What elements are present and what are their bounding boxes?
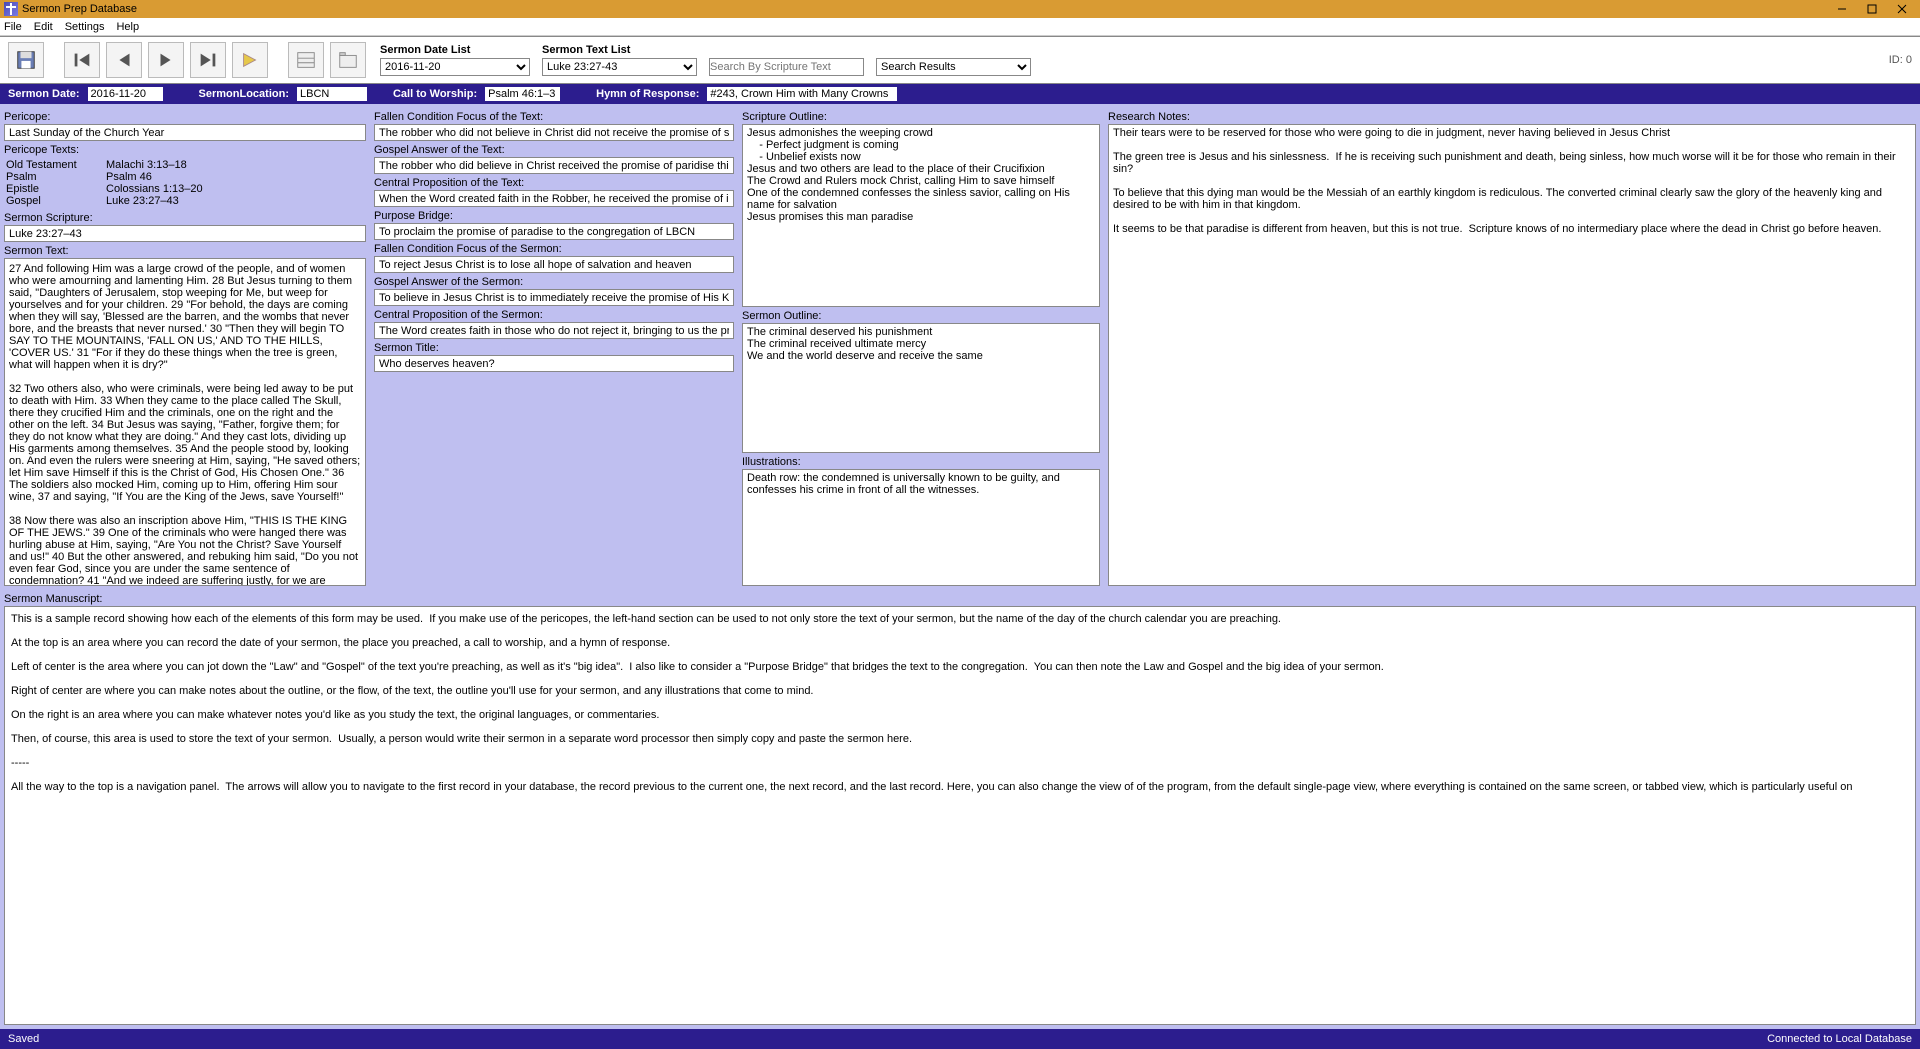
tabbed-view-button[interactable] [330,42,366,78]
title-label: Sermon Title: [374,342,734,354]
toolbar: Sermon Date List 2016-11-20 Sermon Text … [0,36,1920,84]
gospel-sermon-label: Gospel Answer of the Sermon: [374,276,734,288]
cps-label: Central Proposition of the Sermon: [374,309,734,321]
worship-label: Call to Worship: [393,88,477,100]
results-select[interactable]: Search Results [876,58,1031,76]
fcf-text-input[interactable] [374,124,734,141]
col-right: Research Notes: [1108,108,1916,586]
purpose-input[interactable] [374,223,734,240]
date-list-select[interactable]: 2016-11-20 [380,58,530,76]
status-right: Connected to Local Database [1767,1033,1912,1045]
manuscript-label: Sermon Manuscript: [4,593,1916,605]
search-input[interactable] [709,58,864,76]
col-center-left: Fallen Condition Focus of the Text: Gosp… [374,108,734,586]
pericope-texts: Old TestamentMalachi 3:13–18 PsalmPsalm … [4,157,366,209]
menu-edit[interactable]: Edit [34,21,53,33]
illustrations-label: Illustrations: [742,456,1100,468]
header-strip: Sermon Date: SermonLocation: Call to Wor… [0,84,1920,104]
menu-bar: File Edit Settings Help [0,18,1920,36]
date-input[interactable] [88,87,163,101]
next-record-button[interactable] [148,42,184,78]
manuscript-section: Sermon Manuscript: This is a sample reco… [4,590,1916,1025]
fcf-sermon-input[interactable] [374,256,734,273]
location-input[interactable] [297,87,367,101]
scripture-input[interactable] [4,225,366,242]
notes-input[interactable] [1108,124,1916,586]
col-left: Pericope: Pericope Texts: Old TestamentM… [4,108,366,586]
pericope-label: Pericope: [4,111,366,123]
window-title: Sermon Prep Database [22,3,137,15]
gospel-sermon-input[interactable] [374,289,734,306]
manuscript-input[interactable]: This is a sample record showing how each… [4,606,1916,1025]
record-id: ID: 0 [1889,54,1912,66]
status-bar: Saved Connected to Local Database [0,1029,1920,1049]
maximize-button[interactable] [1858,0,1886,18]
new-record-button[interactable] [232,42,268,78]
worship-input[interactable] [485,87,560,101]
text-list-label: Sermon Text List [542,44,697,56]
hymn-label: Hymn of Response: [596,88,699,100]
sermon-text-label: Sermon Text: [4,245,366,257]
first-record-button[interactable] [64,42,100,78]
menu-help[interactable]: Help [116,21,139,33]
last-record-button[interactable] [190,42,226,78]
single-view-button[interactable] [288,42,324,78]
prev-record-button[interactable] [106,42,142,78]
fcf-text-label: Fallen Condition Focus of the Text: [374,111,734,123]
scripture-outline-label: Scripture Outline: [742,111,1100,123]
gospel-text-label: Gospel Answer of the Text: [374,144,734,156]
menu-file[interactable]: File [4,21,22,33]
close-button[interactable] [1888,0,1916,18]
illustrations-input[interactable] [742,469,1100,586]
status-left: Saved [8,1033,39,1045]
cps-input[interactable] [374,322,734,339]
pericope-input[interactable] [4,124,366,141]
date-label: Sermon Date: [8,88,80,100]
purpose-label: Purpose Bridge: [374,210,734,222]
date-list-group: Sermon Date List 2016-11-20 [380,44,530,76]
location-label: SermonLocation: [199,88,289,100]
notes-label: Research Notes: [1108,111,1916,123]
sermon-outline-label: Sermon Outline: [742,310,1100,322]
col-center-right: Scripture Outline: Sermon Outline: Illus… [742,108,1100,586]
app-icon [4,2,18,16]
menu-settings[interactable]: Settings [65,21,105,33]
fcf-sermon-label: Fallen Condition Focus of the Sermon: [374,243,734,255]
minimize-button[interactable] [1828,0,1856,18]
text-list-group: Sermon Text List Luke 23:27-43 [542,44,697,76]
cpt-input[interactable] [374,190,734,207]
scripture-outline-input[interactable] [742,124,1100,307]
scripture-label: Sermon Scripture: [4,212,366,224]
main-area: Pericope: Pericope Texts: Old TestamentM… [0,104,1920,1029]
sermon-text-area[interactable]: 27 And following Him was a large crowd o… [4,258,366,586]
title-bar: Sermon Prep Database [0,0,1920,18]
results-group: Search Results [876,44,1031,76]
search-group [709,44,864,76]
save-button[interactable] [8,42,44,78]
pericope-texts-label: Pericope Texts: [4,144,366,156]
title-input[interactable] [374,355,734,372]
text-list-select[interactable]: Luke 23:27-43 [542,58,697,76]
sermon-outline-input[interactable] [742,323,1100,453]
hymn-input[interactable] [707,87,897,101]
gospel-text-input[interactable] [374,157,734,174]
cpt-label: Central Proposition of the Text: [374,177,734,189]
date-list-label: Sermon Date List [380,44,530,56]
